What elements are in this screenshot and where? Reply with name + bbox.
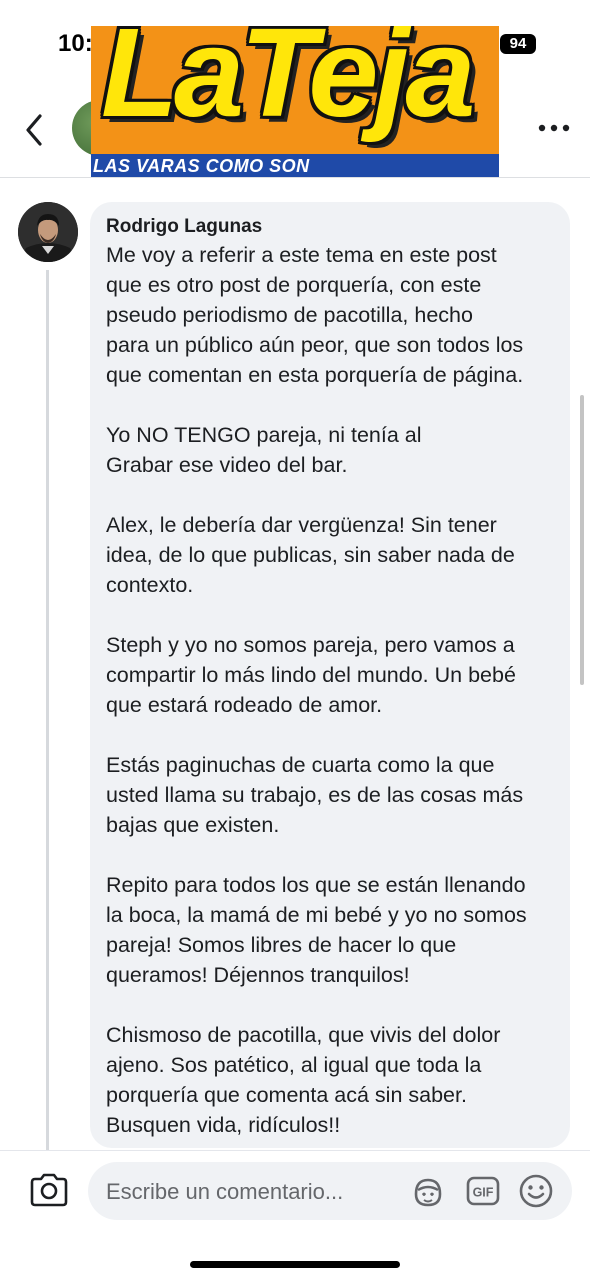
comment-composer[interactable]: Escribe un comentario... GIF [88,1162,572,1220]
composer-divider [0,1150,590,1151]
more-options-button[interactable] [536,118,572,138]
more-horizontal-icon [538,124,570,132]
comment-paragraph: Estás paginuchas de cuarta como la que u… [106,753,524,837]
comment-bubble: Rodrigo Lagunas Me voy a referir a este … [90,202,570,1148]
smiley-icon [519,1174,553,1208]
commenter-avatar[interactable] [18,202,78,262]
comment-paragraph: Yo NO TENGO pareja, ni tenía al Grabar e… [106,423,422,477]
camera-icon [30,1173,68,1207]
comment-paragraph: Repito para todos los que se están llena… [106,873,527,987]
home-indicator[interactable] [190,1261,400,1268]
status-time: 10: [58,30,93,57]
comment-paragraph: Steph y yo no somos pareja, pero vamos a… [106,633,516,717]
logo-title: LaTeja [101,26,475,143]
gif-button[interactable]: GIF [466,1175,500,1207]
battery-level: 94 [500,34,536,54]
back-button[interactable] [20,112,52,148]
thread-line [46,270,49,1150]
comment-paragraph: Alex, le debería dar vergüenza! Sin tene… [106,513,515,597]
camera-button[interactable] [28,1172,70,1208]
comment-paragraph: Chismoso de pacotilla, que vivis del dol… [106,1023,501,1137]
header-divider [0,177,590,178]
chevron-left-icon [26,114,42,146]
comment-paragraph: Me voy a referir a este tema en este pos… [106,243,524,387]
avatar-sticker-button[interactable] [410,1174,446,1210]
emoji-button[interactable] [518,1173,554,1209]
avatar-sticker-icon [414,1178,442,1207]
comment-author[interactable]: Rodrigo Lagunas [106,216,262,238]
logo-tagline: LAS VARAS COMO SON [93,156,310,176]
gif-label: GIF [473,1186,494,1200]
la-teja-logo: LaTeja LAS VARAS COMO SON [91,26,499,178]
comment-input[interactable]: Escribe un comentario... [106,1179,343,1205]
scrollbar[interactable] [580,395,584,685]
comment-text: Me voy a referir a este tema en este pos… [106,240,568,1170]
